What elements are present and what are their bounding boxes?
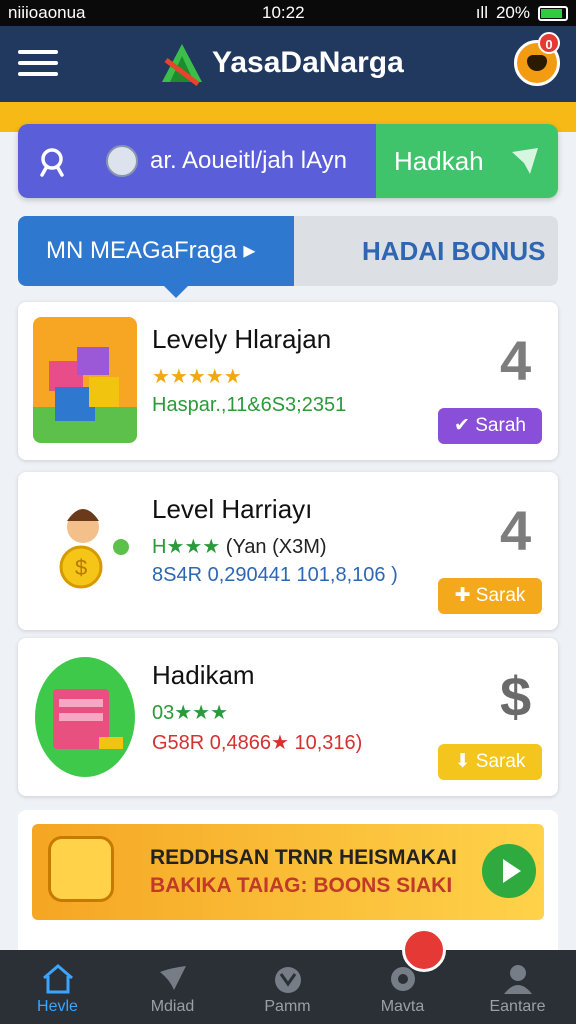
tab-hadai-bonus[interactable]: HADAI BONUS — [362, 236, 545, 267]
signal-icon: ıll — [475, 3, 488, 22]
nav-label: Eantare — [489, 998, 546, 1015]
bottom-nav: Hevle Mdiad Pamm Mavta Eantare — [0, 950, 576, 1024]
card-button-label: Sarak — [475, 751, 526, 772]
search-input-text: ar. Aoueitl/jah lAyn — [150, 147, 348, 174]
rank-number: $ — [500, 665, 532, 728]
money-bag-icon — [48, 836, 114, 902]
promo-line-2: BAKIKA TAIAG: BOONS SIAKI — [150, 874, 453, 897]
stars-value: H★★★ — [152, 536, 221, 558]
promo-banner[interactable]: REDDHSAN TRNR HEISMAKAI BAKIKA TAIAG: BO… — [18, 810, 558, 958]
tab-bar: MN MEAGaFraga ▸ HADAI BONUS — [18, 216, 558, 298]
sarak-button[interactable]: ⬇ Sarak — [438, 744, 542, 780]
tab-megafraga[interactable]: MN MEAGaFraga ▸ — [18, 216, 294, 298]
card-title: Hadikam — [152, 660, 255, 690]
rank-number: 4 — [500, 499, 532, 562]
promo-inner: REDDHSAN TRNR HEISMAKAI BAKIKA TAIAG: BO… — [32, 824, 544, 920]
search-card-button[interactable]: ✔ Sarah — [438, 408, 542, 444]
rating-stars: H★★★ (Yan (X3M) — [152, 534, 327, 559]
rating-stars: ★★★★★ — [152, 366, 242, 388]
nav-eantare[interactable]: Eantare — [460, 950, 575, 1024]
rank-number: 4 — [500, 329, 532, 392]
chest-icon — [33, 653, 137, 779]
nav-label: Hevle — [37, 998, 78, 1015]
plus-icon: ✚ — [454, 585, 476, 606]
globe-icon — [106, 145, 138, 177]
list-item[interactable]: $ Level Harriayı H★★★ (Yan (X3M) 8S4R 0,… — [18, 472, 558, 630]
card-meta: Haspar.,11&6S3;2351 — [152, 394, 347, 416]
nav-label: Mdiad — [150, 998, 195, 1015]
nav-pamm[interactable]: Pamm — [230, 950, 345, 1024]
search-bar: ar. Aoueitl/jah lAyn Hadkah — [18, 124, 558, 198]
svg-text:$: $ — [75, 555, 87, 580]
carrier-label: niiioaonua — [8, 3, 86, 22]
cat-icon — [274, 967, 301, 993]
promo-line-1: REDDHSAN TRNR HEISMAKAI — [150, 846, 457, 869]
status-time: 10:22 — [262, 3, 305, 22]
card-title: Level Harriayı — [152, 494, 313, 524]
status-bar: niiioaonua 10:22 ıll 20% — [0, 0, 576, 26]
stars-extra: (Yan (X3M) — [225, 536, 327, 558]
play-icon[interactable] — [482, 844, 536, 898]
card-meta: 8S4R 0,290441 101,8,106 ) — [152, 564, 398, 586]
nav-label: Mavta — [380, 998, 425, 1015]
app-title: YasaDaNarga — [212, 46, 404, 79]
bird-icon: ✔ — [454, 415, 476, 436]
search-button-label: Hadkah — [394, 146, 484, 176]
list-item[interactable]: Hadikam 03★★★ G58R 0,4866★ 10,316) $ ⬇ S… — [18, 638, 558, 796]
send-icon — [512, 148, 538, 174]
game-thumbnail-icon — [33, 317, 137, 443]
nav-home[interactable]: Hevle — [0, 950, 115, 1024]
sarak-button[interactable]: ✚ Sarak — [438, 578, 542, 614]
card-button-label: Sarah — [475, 415, 526, 436]
character-coin-icon: $ — [33, 487, 137, 613]
avatar-face-icon — [527, 55, 547, 71]
floating-badge-icon[interactable] — [402, 928, 446, 972]
user-icon — [503, 965, 532, 994]
nav-mdiad[interactable]: Mdiad — [115, 950, 230, 1024]
card-title: Levely Hlarajan — [152, 324, 332, 354]
app-header: YasaDaNarga — [0, 26, 576, 102]
notification-badge[interactable]: 0 — [538, 32, 560, 54]
home-icon — [42, 964, 73, 994]
wings-icon — [159, 966, 186, 990]
status-icons: ıll 20% — [476, 3, 568, 23]
card-button-label: Sarak — [475, 585, 526, 606]
card-meta: G58R 0,4866★ 10,316) — [152, 732, 363, 754]
battery-icon — [538, 5, 568, 21]
search-button[interactable]: Hadkah — [376, 124, 558, 198]
hamburger-menu-icon[interactable] — [18, 50, 58, 78]
search-input[interactable]: ar. Aoueitl/jah lAyn — [18, 124, 376, 198]
rating-stars: 03★★★ — [152, 702, 229, 724]
nav-label: Pamm — [264, 998, 311, 1015]
search-icon[interactable] — [38, 146, 70, 178]
download-arrow-icon: ⬇ — [454, 751, 476, 772]
list-item[interactable]: Levely Hlarajan ★★★★★ Haspar.,11&6S3;235… — [18, 302, 558, 460]
app-logo-icon — [162, 44, 202, 86]
battery-percent: 20% — [495, 3, 530, 22]
